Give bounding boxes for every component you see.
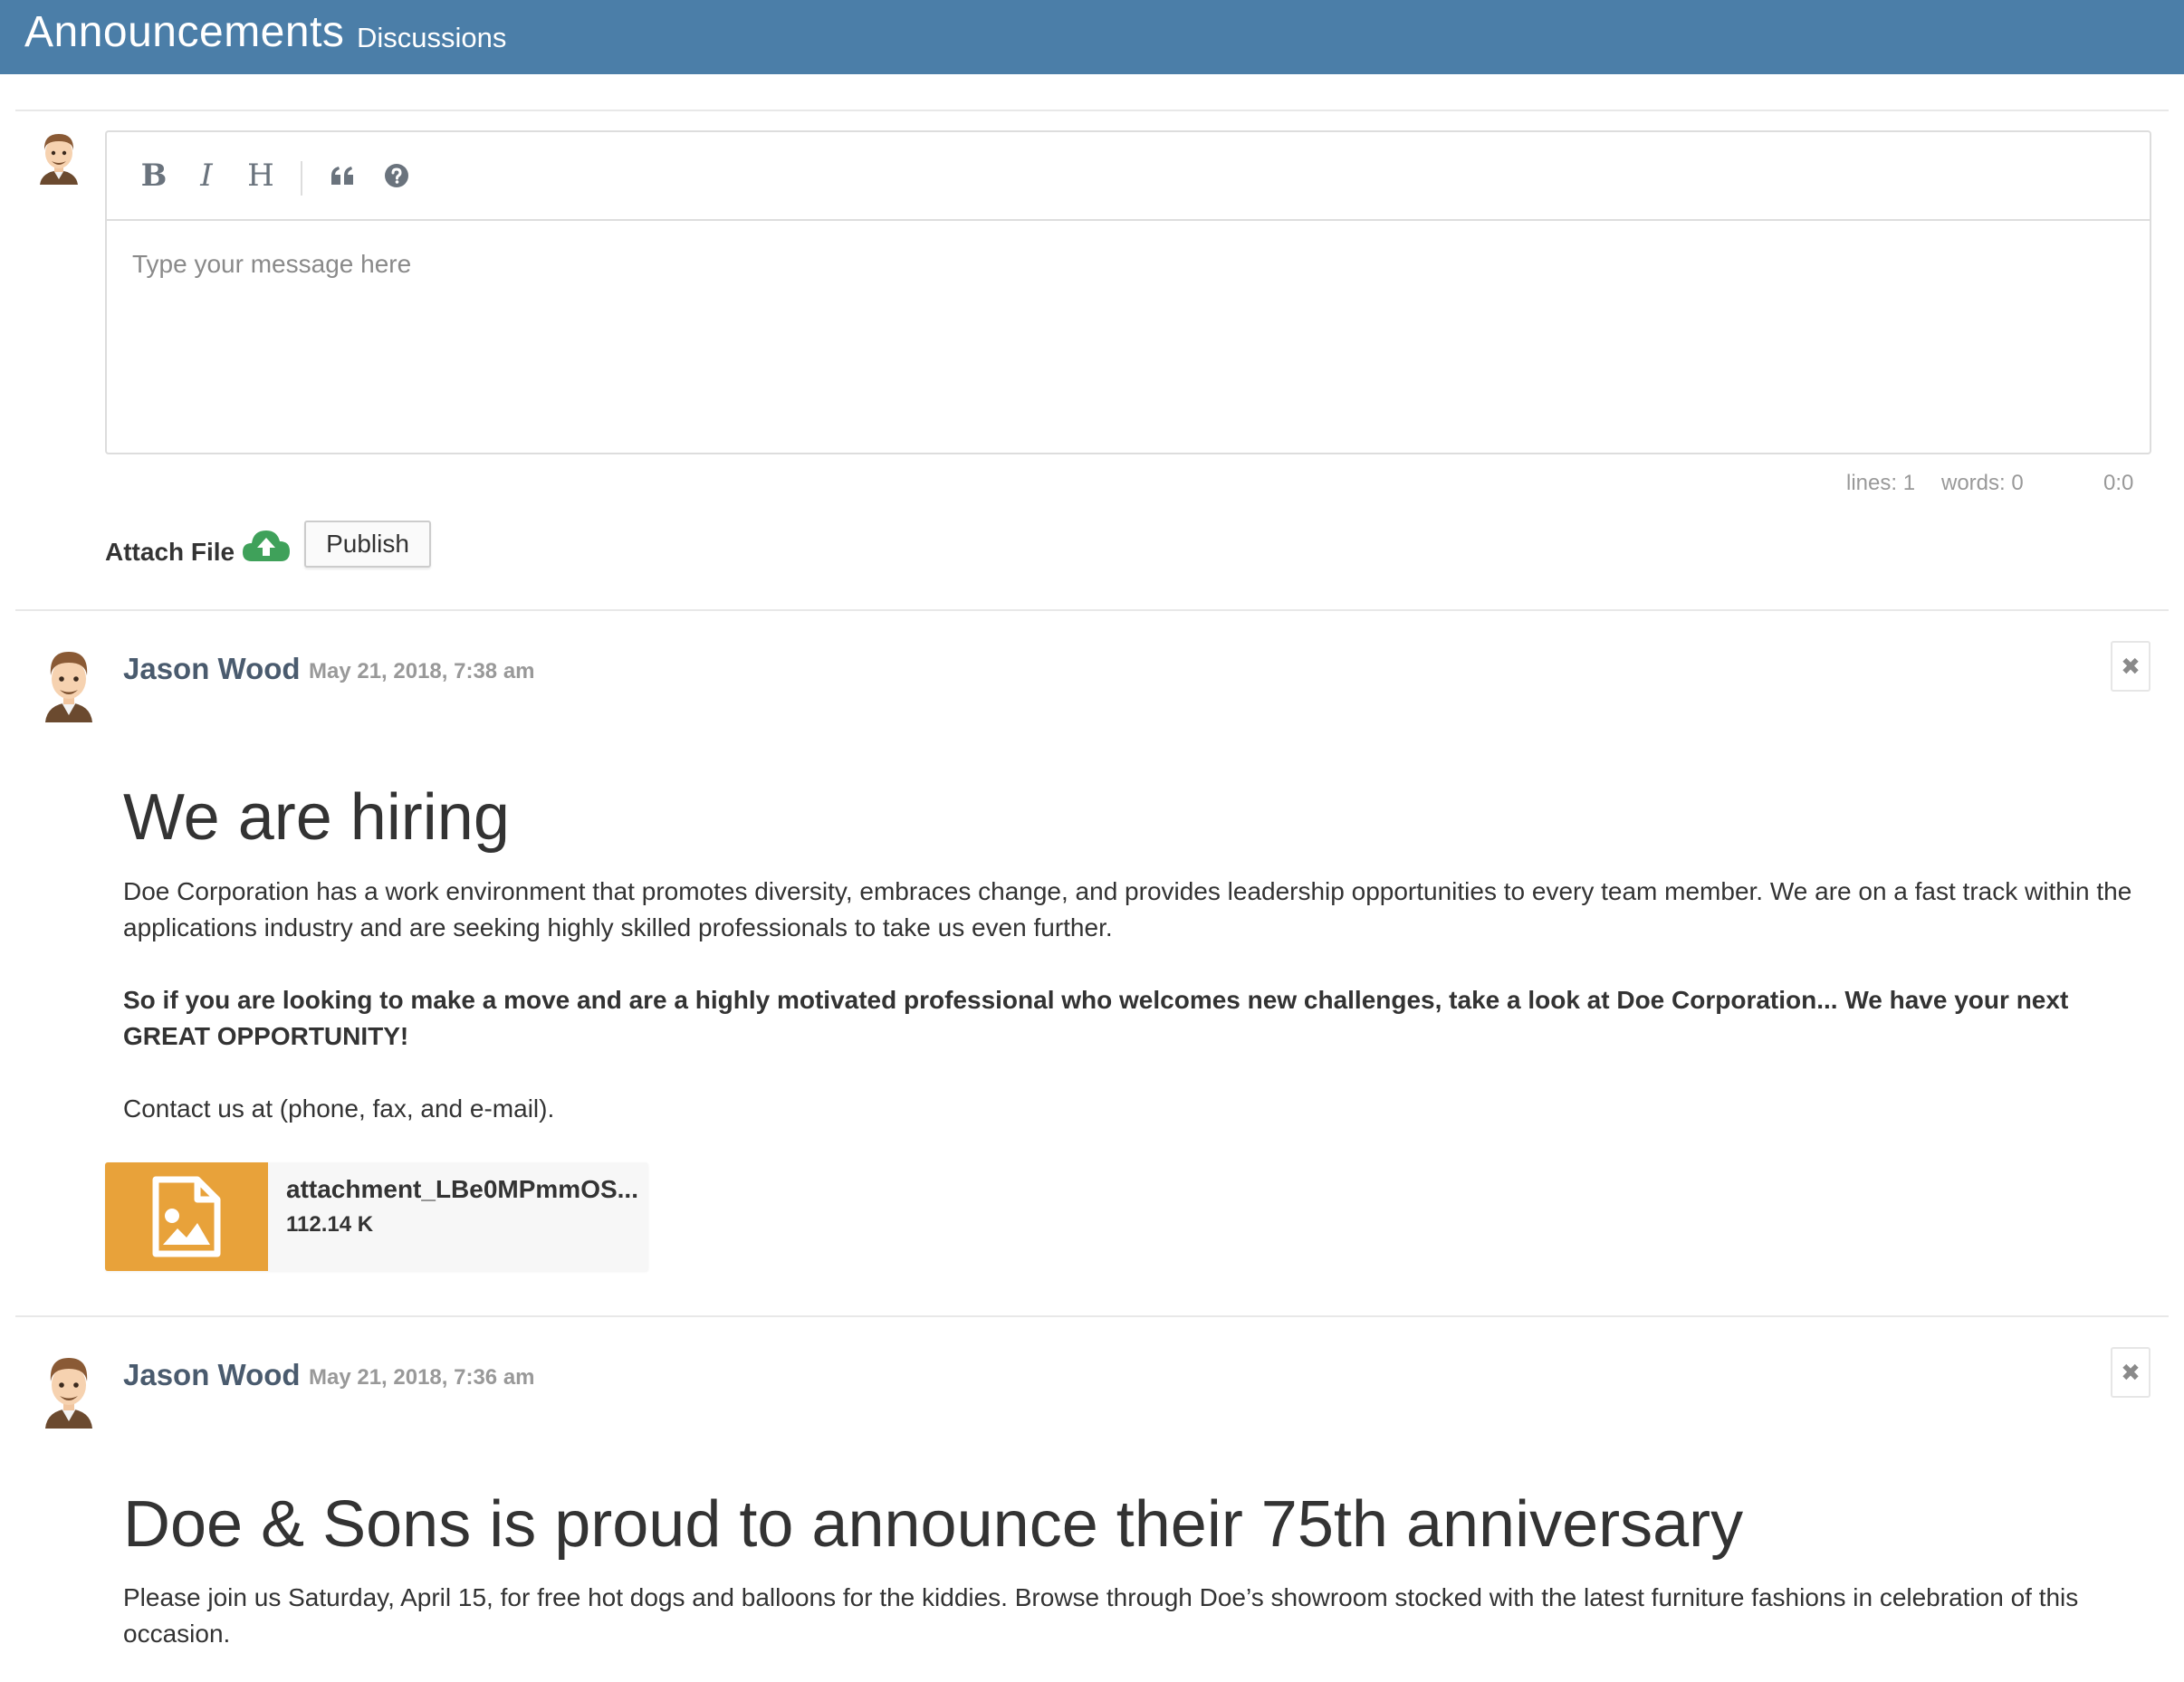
message-placeholder: Type your message here [132,250,412,278]
post-title: Doe & Sons is proud to announce their 75… [123,1488,1744,1561]
message-editor[interactable]: B I H Type your message here [105,130,2151,454]
close-icon: ✖ [2121,1358,2141,1386]
attachment-name[interactable]: attachment_LBe0MPmmOS... [286,1175,638,1204]
attachment-size: 112.14 K [286,1212,374,1237]
image-file-icon [105,1162,268,1271]
attach-file-label: Attach File [105,538,235,566]
user-avatar [40,134,78,185]
tab-discussions[interactable]: Discussions [357,22,506,54]
author-avatar [45,652,92,722]
cursor-position: 0:0 [2103,471,2134,495]
delete-post-button[interactable]: ✖ [2111,1347,2150,1398]
lines-count: lines: 1 [1846,471,1916,495]
close-icon: ✖ [2121,652,2141,680]
post-paragraph: So if you are looking to make a move and… [123,986,2069,1050]
editor-toolbar: B I H [107,132,2150,221]
post-paragraph: Please join us Saturday, April 15, for f… [123,1583,2079,1648]
header-bar: Announcements Discussions [0,0,2184,74]
divider [15,609,2169,611]
post-paragraph: Doe Corporation has a work environment t… [123,877,2132,941]
words-count: words: 0 [1941,471,2024,495]
post-date: May 21, 2018, 7:36 am [309,1365,535,1390]
divider [15,1315,2169,1317]
delete-post-button[interactable]: ✖ [2111,641,2150,692]
author-avatar [45,1358,92,1429]
bold-button[interactable]: B [132,154,176,197]
italic-button[interactable]: I [185,154,228,197]
divider [15,110,2169,111]
post-paragraph: Contact us at (phone, fax, and e-mail). [123,1094,555,1123]
post-author[interactable]: Jason Wood [123,1358,301,1392]
toolbar-separator [301,161,302,196]
post-title: We are hiring [123,781,510,854]
cloud-upload-icon[interactable] [241,523,292,565]
post-author[interactable]: Jason Wood [123,652,301,686]
post-date: May 21, 2018, 7:38 am [309,659,535,683]
attachment-card[interactable]: attachment_LBe0MPmmOS... 112.14 K [105,1162,648,1271]
page-title: Announcements [24,8,345,56]
help-icon[interactable] [375,154,418,197]
heading-button[interactable]: H [239,154,283,197]
quote-icon[interactable] [321,154,364,197]
publish-button[interactable]: Publish [304,521,431,568]
